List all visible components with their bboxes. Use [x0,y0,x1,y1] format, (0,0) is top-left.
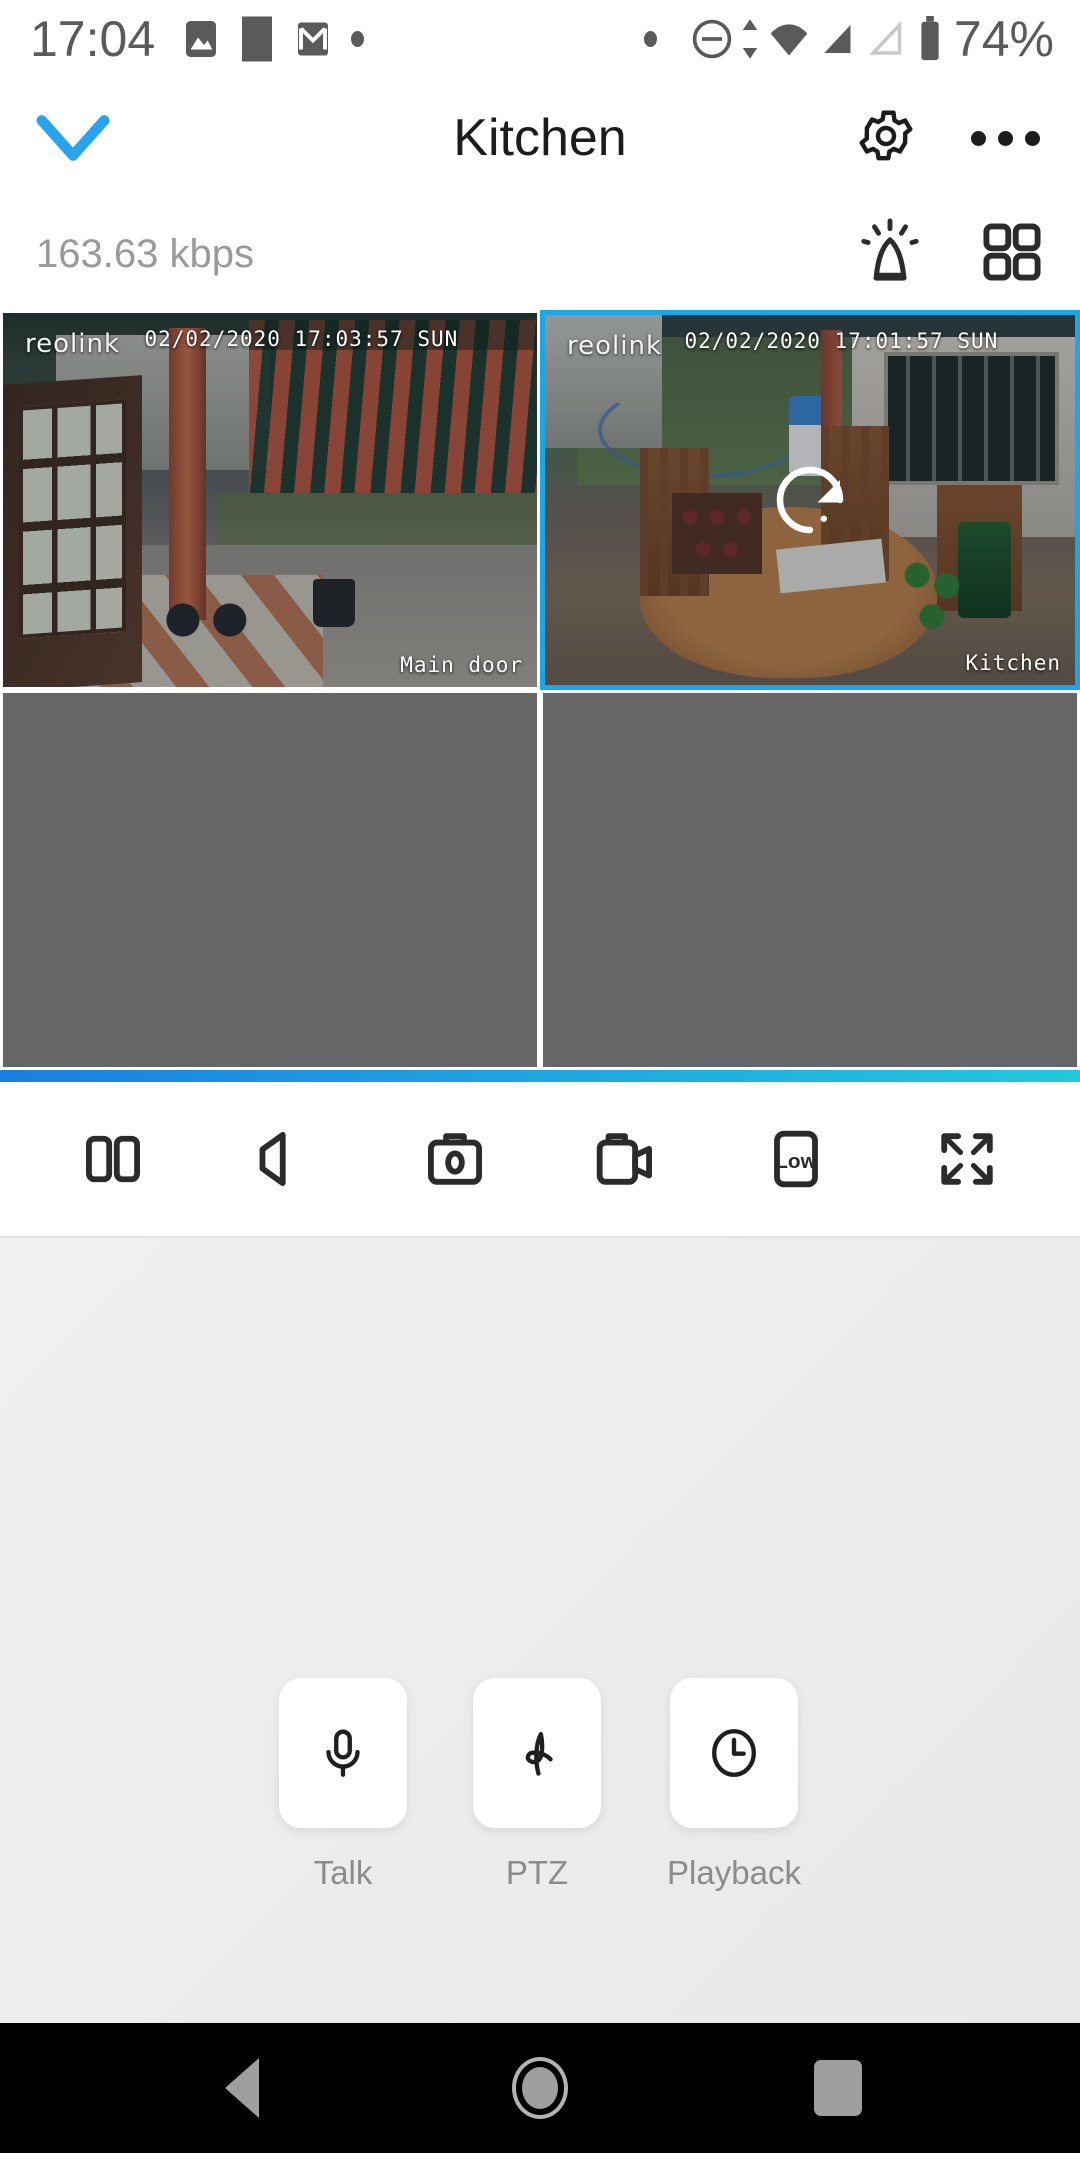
quality-label: Low [775,1150,817,1173]
camera-timestamp: 02/02/2020 17:01:57 SUN [684,329,999,353]
camera-timestamp: 02/02/2020 17:03:57 SUN [144,327,459,351]
ptz-button[interactable] [473,1678,602,1828]
pause-icon [86,1135,141,1183]
stream-quality-icon: Low [774,1130,818,1188]
playback-button[interactable] [670,1678,798,1828]
quality-button[interactable]: Low [736,1099,856,1219]
camera-feed-main-door [3,313,537,687]
settings-button[interactable] [855,105,917,172]
fullscreen-button[interactable] [907,1099,1027,1219]
more-options-icon [998,130,1013,146]
action-playback[interactable]: Playback [667,1678,801,1892]
status-clock: 17:04 [30,11,156,67]
back-triangle-icon [225,2058,259,2118]
camera-grid: reolink 02/02/2020 17:03:57 SUN Main doo… [0,310,1080,1070]
signal-no-sim-icon: x [824,25,851,57]
camera-name-overlay: Kitchen [965,651,1061,675]
stream-progress-strip [0,1070,1080,1082]
overflow-menu-button[interactable] [965,121,1046,156]
back-button[interactable] [34,108,124,168]
status-notification-icons [183,16,365,62]
data-transfer-icon [742,19,758,59]
dot-icon [643,31,657,47]
pause-button[interactable] [53,1099,173,1219]
battery-icon [921,16,939,61]
action-talk[interactable]: Talk [279,1678,408,1892]
camera-cell-main-door[interactable]: reolink 02/02/2020 17:03:57 SUN Main doo… [0,310,540,690]
do-not-disturb-icon [692,19,732,59]
more-options-icon [1025,130,1040,146]
ptz-swirl-icon [525,1731,553,1776]
speaker-mute-icon [259,1132,286,1186]
layout-button[interactable] [980,220,1044,289]
nav-recents-button[interactable] [783,2033,893,2143]
loading-refresh-icon [776,466,844,534]
action-row: Talk PTZ Playback [279,1678,801,1892]
camera-name-overlay: Main door [400,653,523,677]
recents-square-icon [814,2060,862,2116]
dot-icon [351,31,365,47]
square-app-icon [242,16,273,62]
action-label: PTZ [505,1854,569,1891]
image-icon [186,21,217,57]
action-label: Playback [667,1854,801,1891]
bottom-panel: Talk PTZ Playback [0,1238,1080,2023]
record-button[interactable] [565,1099,685,1219]
siren-alarm-icon [861,217,919,281]
audio-button[interactable] [224,1099,344,1219]
talk-button[interactable] [279,1678,408,1828]
more-options-icon [971,130,986,146]
camera-brand-watermark: reolink [25,329,121,359]
action-ptz[interactable]: PTZ [473,1678,602,1892]
clock-icon [712,1729,756,1777]
chevron-down-icon [36,115,110,161]
siren-button[interactable] [856,217,924,291]
camera-cell-empty-2[interactable] [540,690,1080,1070]
action-label: Talk [313,1854,373,1891]
playback-toolbar: Low [0,1082,1080,1238]
status-system-icons: x 74% [643,11,1054,67]
nav-back-button[interactable] [187,2033,297,2143]
stream-info-bar: 163.63 kbps [0,198,1080,310]
grid-layout-icon [983,222,1041,281]
signal-empty-icon [869,20,902,55]
snapshot-camera-icon [427,1133,482,1185]
camera-cell-empty-1[interactable] [0,690,540,1070]
camera-brand-watermark: reolink [567,331,663,361]
nav-home-button[interactable] [485,2033,595,2143]
wifi-icon [770,24,808,56]
bitrate-label: 163.63 kbps [36,231,254,276]
gmail-icon [298,22,329,56]
gear-icon [859,110,913,160]
home-circle-icon [512,2057,568,2119]
status-bar: 17:04 x 74% [0,0,1080,78]
android-nav-bar [0,2023,1080,2153]
camera-cell-kitchen[interactable]: reolink 02/02/2020 17:01:57 SUN Kitchen [540,310,1080,690]
app-header: Kitchen [0,78,1080,198]
video-record-icon [597,1133,653,1185]
fullscreen-expand-icon [940,1133,993,1185]
battery-percent: 74% [953,11,1054,67]
snapshot-button[interactable] [395,1099,515,1219]
microphone-icon [326,1729,360,1777]
